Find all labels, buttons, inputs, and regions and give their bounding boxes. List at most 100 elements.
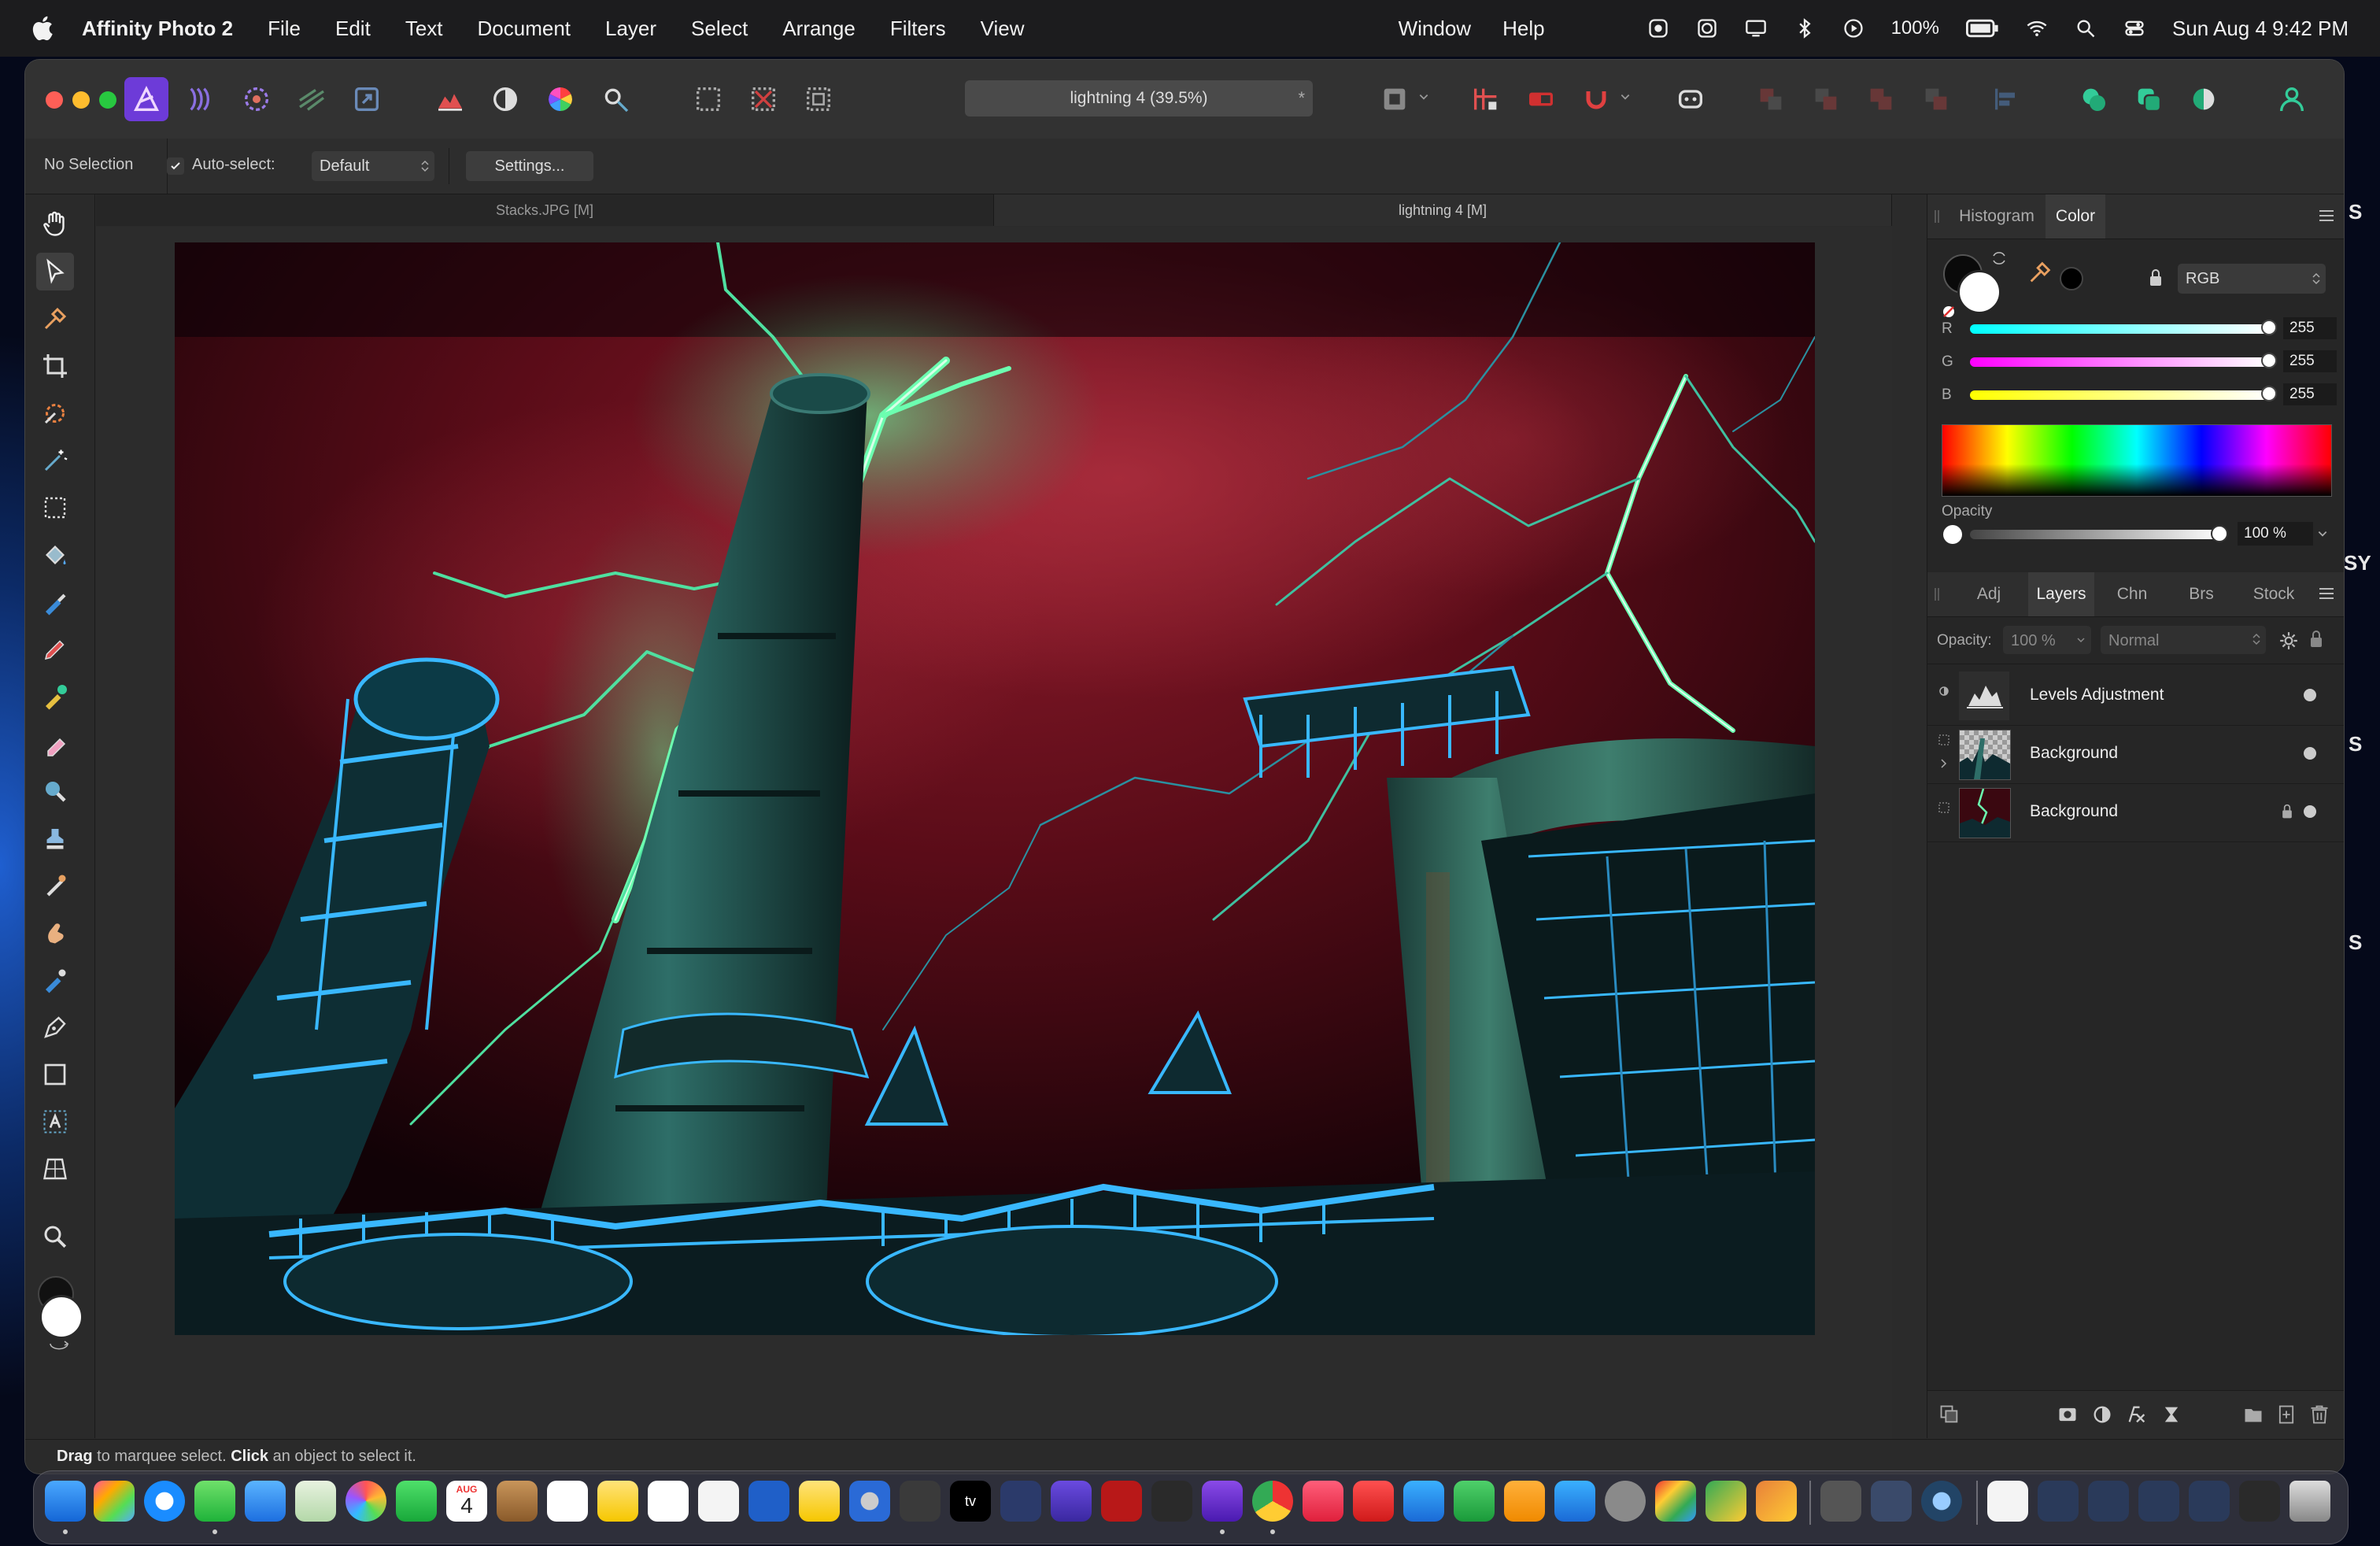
menu-filters[interactable]: Filters xyxy=(890,17,946,41)
affinity-photo-dock-icon[interactable] xyxy=(1202,1481,1243,1522)
green-knob[interactable] xyxy=(2261,353,2277,368)
close-window-button[interactable] xyxy=(46,91,63,109)
imovie-star-dock-icon[interactable] xyxy=(1051,1481,1092,1522)
news-dock-icon[interactable] xyxy=(1353,1481,1394,1522)
freeform-dock-icon[interactable] xyxy=(648,1481,689,1522)
quick-mask-button[interactable] xyxy=(1373,77,1417,121)
picked-color-swatch[interactable] xyxy=(2060,267,2083,290)
auto-white-balance-button[interactable] xyxy=(593,77,638,121)
layer-opacity-dropdown[interactable]: 100 % xyxy=(2003,626,2091,654)
eyedropper-icon[interactable] xyxy=(2027,259,2053,286)
panel-grip-icon[interactable] xyxy=(1934,586,1940,602)
system-settings-dock-icon[interactable] xyxy=(1605,1481,1646,1522)
launchpad-dock-icon[interactable] xyxy=(94,1481,135,1522)
color-replacement-tool[interactable] xyxy=(36,678,74,716)
marquee-tool[interactable] xyxy=(36,489,74,527)
adjustment-icon[interactable] xyxy=(2091,1404,2113,1426)
fill-tool[interactable] xyxy=(36,536,74,574)
pages-office-dock-icon[interactable] xyxy=(1706,1481,1746,1522)
move-tool[interactable] xyxy=(36,253,74,290)
filezilla-dock-icon[interactable] xyxy=(1101,1481,1142,1522)
tab-color[interactable]: Color xyxy=(2046,194,2105,239)
layer-visibility-toggle[interactable] xyxy=(2304,747,2316,760)
panel-menu-icon[interactable] xyxy=(2318,585,2335,602)
boolean-subtract-button[interactable] xyxy=(2127,77,2171,121)
stickies-dock-icon[interactable] xyxy=(799,1481,840,1522)
marquee-rect-button[interactable] xyxy=(686,77,730,121)
flood-select-tool[interactable] xyxy=(36,442,74,479)
rectangle-tool[interactable] xyxy=(36,1056,74,1093)
lock-icon[interactable] xyxy=(2308,629,2324,649)
panel-grip-icon[interactable] xyxy=(1934,209,1940,224)
facetime-dock-icon[interactable] xyxy=(396,1481,437,1522)
minimize-window-button[interactable] xyxy=(72,91,90,109)
tone-mapping-persona-button[interactable] xyxy=(290,77,334,121)
green-slider[interactable]: G 255 xyxy=(1940,350,2341,374)
panel-menu-icon[interactable] xyxy=(2318,207,2335,224)
tab-adjustments[interactable]: Adj xyxy=(1957,572,2020,616)
add-group-icon[interactable] xyxy=(2242,1404,2264,1426)
pixel-tool[interactable] xyxy=(36,631,74,668)
trash-dock-icon[interactable] xyxy=(2289,1481,2330,1522)
play-icon[interactable] xyxy=(1842,17,1864,39)
chrome-dock-icon[interactable] xyxy=(1252,1481,1293,1522)
minimized-window-dock-icon[interactable] xyxy=(2239,1481,2280,1522)
blue-track[interactable] xyxy=(1970,390,2269,400)
minimized-window-dock-icon[interactable] xyxy=(2088,1481,2129,1522)
arrange-forward-button[interactable] xyxy=(1859,77,1903,121)
swap-colors-icon[interactable] xyxy=(47,1337,71,1353)
minimized-window-dock-icon[interactable] xyxy=(2189,1481,2230,1522)
control-center-icon[interactable] xyxy=(2123,17,2145,39)
menu-window[interactable]: Window xyxy=(1399,17,1471,41)
color-model-dropdown[interactable]: RGB xyxy=(2178,264,2326,294)
menu-file[interactable]: File xyxy=(268,17,301,41)
photos-dock-icon[interactable] xyxy=(346,1481,386,1522)
healing-brush-tool[interactable] xyxy=(36,867,74,904)
primary-color-swatch[interactable] xyxy=(39,1295,83,1339)
gear-icon[interactable] xyxy=(2278,631,2299,651)
auto-select-checkbox[interactable] xyxy=(167,157,184,175)
spotlight-search-icon[interactable] xyxy=(2075,17,2097,39)
live-filter-icon[interactable] xyxy=(2160,1404,2182,1426)
calculator-dock-icon[interactable] xyxy=(900,1481,941,1522)
apple-icon[interactable] xyxy=(30,14,58,43)
music-dock-icon[interactable] xyxy=(1303,1481,1343,1522)
snapping-magnet-button[interactable] xyxy=(1574,77,1618,121)
settings-button[interactable]: Settings... xyxy=(466,151,593,181)
paint-brush-tool[interactable] xyxy=(36,583,74,621)
textedit-dock-icon[interactable] xyxy=(698,1481,739,1522)
menu-edit[interactable]: Edit xyxy=(335,17,371,41)
mask-layer-icon[interactable] xyxy=(2057,1404,2079,1426)
safari-dock-icon[interactable] xyxy=(144,1481,185,1522)
document-tab-lightning[interactable]: lightning 4 [M] xyxy=(994,194,1892,226)
selection-brush-tool[interactable] xyxy=(36,394,74,432)
clone-brush-tool[interactable] xyxy=(36,819,74,857)
snapping-chevron-icon[interactable] xyxy=(1620,91,1631,107)
photo-persona-button[interactable] xyxy=(124,77,168,121)
keynote-dock-icon[interactable] xyxy=(1403,1481,1444,1522)
menu-layer[interactable]: Layer xyxy=(605,17,656,41)
document-image[interactable] xyxy=(175,242,1815,1335)
menu-arrange[interactable]: Arrange xyxy=(782,17,856,41)
menu-document[interactable]: Document xyxy=(478,17,571,41)
word-dock-icon[interactable] xyxy=(748,1481,789,1522)
record-icon[interactable] xyxy=(1647,17,1669,39)
mail-dock-icon[interactable] xyxy=(245,1481,286,1522)
tv-dock-icon[interactable]: tv xyxy=(950,1481,991,1522)
green-track[interactable] xyxy=(1970,357,2269,367)
invert-selection-button[interactable] xyxy=(796,77,841,121)
document-title-field[interactable]: lightning 4 (39.5%) * xyxy=(965,80,1313,117)
office-apps-dock-icon[interactable] xyxy=(1655,1481,1696,1522)
layer-row-background[interactable]: Background xyxy=(1927,725,2344,784)
calendar-dock-icon[interactable]: AUG 4 xyxy=(446,1481,487,1522)
tab-channels[interactable]: Chn xyxy=(2102,572,2162,616)
layer-stack-icon[interactable] xyxy=(1938,1404,1961,1426)
boolean-intersect-button[interactable] xyxy=(2182,77,2226,121)
swap-fill-stroke-icon[interactable] xyxy=(1990,250,2008,267)
menu-view[interactable]: View xyxy=(981,17,1025,41)
text-tool[interactable] xyxy=(36,1103,74,1141)
opacity-knob[interactable] xyxy=(2211,525,2228,542)
lock-icon[interactable] xyxy=(2148,268,2164,287)
wifi-icon[interactable] xyxy=(2026,17,2048,39)
clock[interactable]: Sun Aug 4 9:42 PM xyxy=(2172,17,2349,41)
